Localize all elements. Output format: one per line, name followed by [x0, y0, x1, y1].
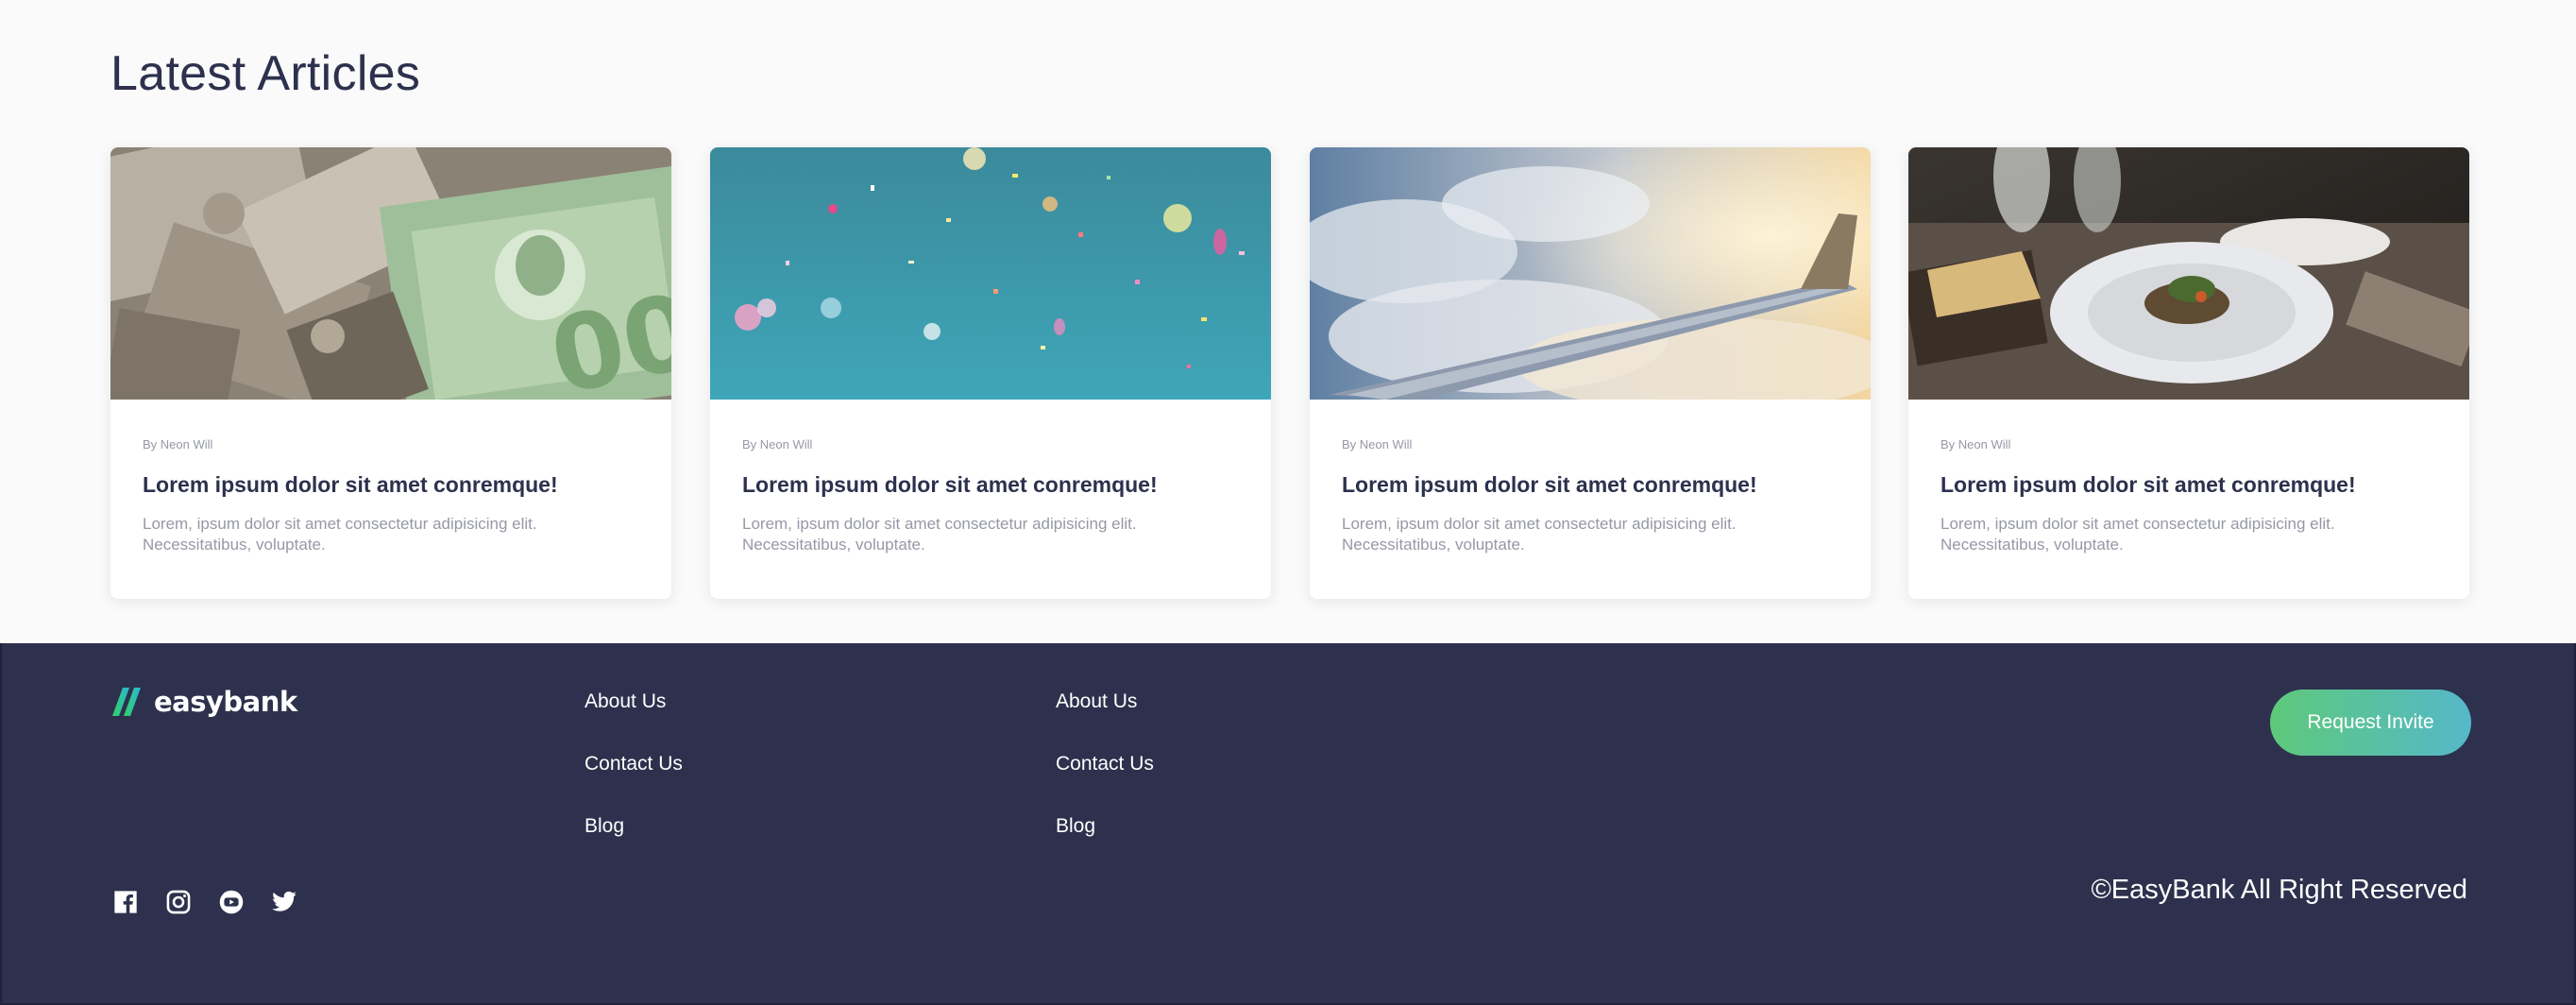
article-excerpt: Lorem, ipsum dolor sit amet consectetur …	[742, 514, 1239, 555]
copyright-text: ©EasyBank All Right Reserved	[2091, 875, 2467, 905]
article-card-list: 00 By Neon Will Lorem ipsum dolor sit am…	[110, 147, 2469, 599]
instagram-icon[interactable]	[165, 889, 192, 915]
article-card[interactable]: 00 By Neon Will Lorem ipsum dolor sit am…	[110, 147, 671, 599]
article-title[interactable]: Lorem ipsum dolor sit amet conremque!	[742, 470, 1239, 499]
site-footer: easybank About Us Contact Us Blog About …	[0, 643, 2576, 1005]
article-excerpt-line: Necessitatibus, voluptate.	[1940, 536, 2124, 554]
article-title[interactable]: Lorem ipsum dolor sit amet conremque!	[1342, 470, 1839, 499]
article-image-banknotes[interactable]: 00	[110, 147, 671, 400]
twitter-icon[interactable]	[271, 889, 297, 915]
facebook-icon[interactable]	[112, 889, 139, 915]
youtube-icon[interactable]	[218, 889, 245, 915]
article-image-restaurant[interactable]	[1908, 147, 2469, 400]
article-image-confetti[interactable]	[710, 147, 1271, 400]
footer-link-contact-us[interactable]: Contact Us	[585, 752, 683, 814]
article-author: By Neon Will	[1342, 437, 1413, 451]
request-invite-button[interactable]: Request Invite	[2270, 690, 2471, 756]
article-author: By Neon Will	[1940, 437, 2011, 451]
footer-link-blog[interactable]: Blog	[1056, 814, 1154, 877]
article-author: By Neon Will	[143, 437, 213, 451]
article-title[interactable]: Lorem ipsum dolor sit amet conremque!	[1940, 470, 2437, 499]
article-excerpt-line: Necessitatibus, voluptate.	[742, 536, 925, 554]
footer-links-column-1: About Us Contact Us Blog	[585, 690, 683, 877]
social-links	[112, 889, 297, 915]
article-title[interactable]: Lorem ipsum dolor sit amet conremque!	[143, 470, 639, 499]
article-excerpt-line: Necessitatibus, voluptate.	[1342, 536, 1525, 554]
footer-link-about-us[interactable]: About Us	[585, 690, 683, 752]
footer-link-about-us[interactable]: About Us	[1056, 690, 1154, 752]
article-card[interactable]: By Neon Will Lorem ipsum dolor sit amet …	[1310, 147, 1871, 599]
article-card[interactable]: By Neon Will Lorem ipsum dolor sit amet …	[1908, 147, 2469, 599]
article-excerpt: Lorem, ipsum dolor sit amet consectetur …	[143, 514, 639, 555]
footer-links-column-2: About Us Contact Us Blog	[1056, 690, 1154, 877]
article-card[interactable]: By Neon Will Lorem ipsum dolor sit amet …	[710, 147, 1271, 599]
article-author: By Neon Will	[742, 437, 813, 451]
footer-link-contact-us[interactable]: Contact Us	[1056, 752, 1154, 814]
footer-logo[interactable]: easybank	[112, 686, 297, 718]
article-excerpt: Lorem, ipsum dolor sit amet consectetur …	[1940, 514, 2437, 555]
section-title: Latest Articles	[110, 46, 421, 101]
latest-articles-section: Latest Articles 00 By Neon Will Lorem ip…	[0, 0, 2576, 643]
article-excerpt-line: Lorem, ipsum dolor sit amet consectetur …	[742, 515, 1137, 533]
article-excerpt-line: Lorem, ipsum dolor sit amet consectetur …	[1342, 515, 1737, 533]
footer-link-blog[interactable]: Blog	[585, 814, 683, 877]
article-excerpt-line: Lorem, ipsum dolor sit amet consectetur …	[1940, 515, 2335, 533]
article-image-airplane[interactable]	[1310, 147, 1871, 400]
easybank-logo-icon	[112, 688, 141, 716]
article-excerpt-line: Necessitatibus, voluptate.	[143, 536, 326, 554]
article-excerpt-line: Lorem, ipsum dolor sit amet consectetur …	[143, 515, 537, 533]
article-excerpt: Lorem, ipsum dolor sit amet consectetur …	[1342, 514, 1839, 555]
logo-wordmark: easybank	[154, 686, 297, 718]
